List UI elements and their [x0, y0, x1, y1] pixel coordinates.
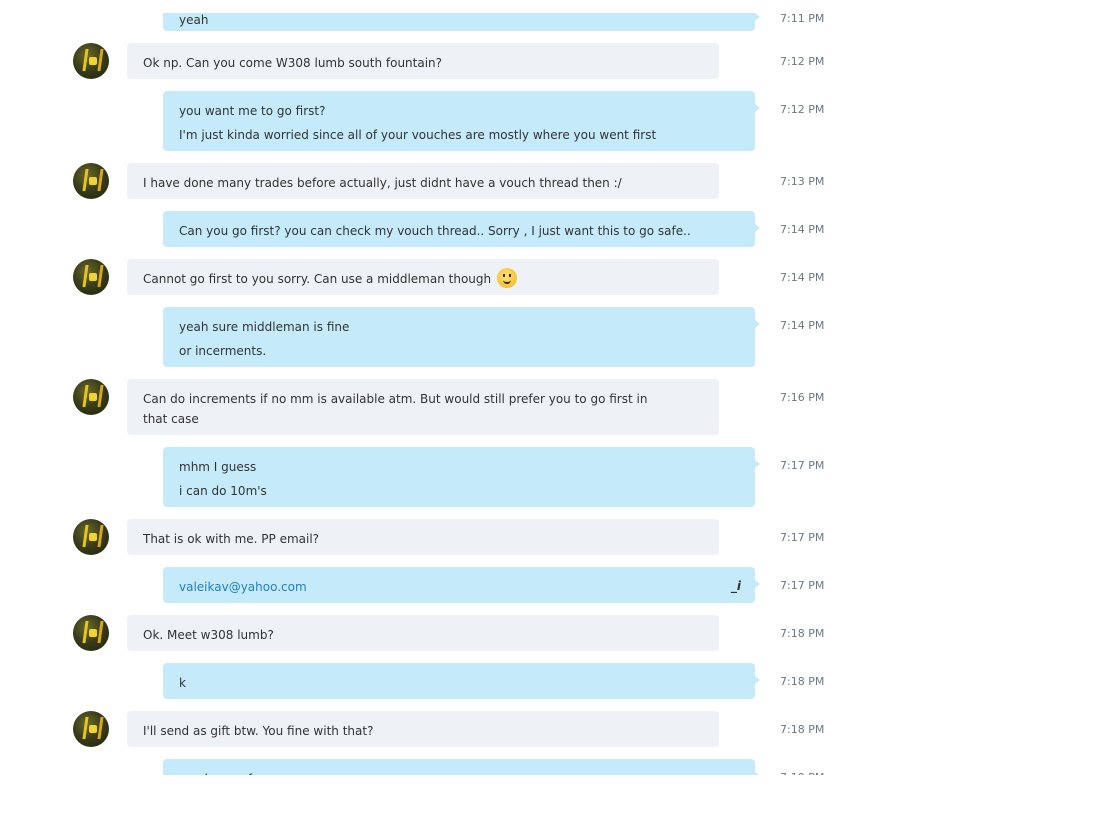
message-text: Can do increments if no mm is available …	[143, 392, 648, 426]
message-bubble[interactable]: mhm I guess i can do 10m's	[163, 447, 760, 507]
message-timestamp: 7:12 PM	[780, 103, 825, 116]
message-bubble[interactable]: That is ok with me. PP email?	[127, 519, 719, 555]
message-text: Ok. Meet w308 lumb?	[143, 628, 274, 642]
message-timestamp: 7:11 PM	[780, 13, 825, 25]
outgoing-message: send as no fee 7:19 PM	[0, 759, 1098, 775]
message-timestamp: 7:16 PM	[780, 391, 825, 404]
message-text: I'll send as gift btw. You fine with tha…	[143, 724, 374, 738]
message-bubble[interactable]: yeah	[163, 13, 760, 31]
contact-avatar[interactable]	[73, 519, 109, 555]
message-timestamp: 7:18 PM	[780, 627, 825, 640]
message-text: I'm just kinda worried since all of your…	[179, 128, 657, 142]
message-text: Ok np. Can you come W308 lumb south foun…	[143, 56, 443, 70]
message-timestamp: 7:14 PM	[780, 319, 825, 332]
message-text: send as no fee	[179, 769, 739, 775]
edited-icon: _i	[730, 579, 741, 593]
message-text: Cannot go first to you sorry. Can use a …	[143, 268, 703, 289]
message-bubble[interactable]: Can do increments if no mm is available …	[127, 379, 719, 435]
message-timestamp: 7:18 PM	[780, 675, 825, 688]
message-text: yeah	[179, 13, 209, 27]
message-timestamp: 7:19 PM	[780, 771, 824, 775]
contact-avatar[interactable]	[73, 163, 109, 199]
incoming-message: Ok np. Can you come W308 lumb south foun…	[0, 43, 1098, 79]
contact-avatar[interactable]	[73, 43, 109, 79]
message-text: Can you go first? you can check my vouch…	[179, 224, 691, 238]
message-bubble[interactable]: Can you go first? you can check my vouch…	[163, 211, 760, 247]
message-text: or incerments.	[179, 344, 267, 358]
message-text: k	[179, 676, 186, 690]
chat-scroll-area[interactable]: yeah 7:11 PM Ok np. Can you come W308 lumb…	[0, 13, 1098, 775]
message-text: yeah sure middleman is fine	[179, 320, 350, 334]
outgoing-message: mhm I guess i can do 10m's 7:17 PM	[0, 447, 1098, 507]
outgoing-message: Can you go first? you can check my vouch…	[0, 211, 1098, 247]
message-text: you want me to go first?	[179, 104, 326, 118]
message-timestamp: 7:14 PM	[780, 271, 825, 284]
incoming-message: Ok. Meet w308 lumb? 7:18 PM	[0, 615, 1098, 651]
message-timestamp: 7:17 PM	[780, 531, 825, 544]
contact-avatar[interactable]	[73, 615, 109, 651]
message-bubble[interactable]: Ok. Meet w308 lumb?	[127, 615, 719, 651]
incoming-message: I have done many trades before actually,…	[0, 163, 1098, 199]
incoming-message: I'll send as gift btw. You fine with tha…	[0, 711, 1098, 747]
message-text: mhm I guess	[179, 460, 257, 474]
message-text: I have done many trades before actually,…	[143, 176, 622, 190]
message-timestamp: 7:13 PM	[780, 175, 825, 188]
outgoing-message: k 7:18 PM	[0, 663, 1098, 699]
message-timestamp: 7:18 PM	[780, 723, 825, 736]
incoming-message: Can do increments if no mm is available …	[0, 379, 1098, 435]
outgoing-message: valeikav@yahoo.com _i 7:17 PM	[0, 567, 1098, 603]
contact-avatar[interactable]	[73, 711, 109, 747]
message-timestamp: 7:17 PM	[780, 579, 825, 592]
message-bubble[interactable]: I'll send as gift btw. You fine with tha…	[127, 711, 719, 747]
outgoing-message: you want me to go first? I'm just kinda w…	[0, 91, 1098, 151]
message-bubble[interactable]: send as no fee	[163, 759, 760, 775]
message-bubble[interactable]: Cannot go first to you sorry. Can use a …	[127, 259, 719, 295]
message-text: That is ok with me. PP email?	[143, 532, 320, 546]
outgoing-message: yeah sure middleman is fine or incerments…	[0, 307, 1098, 367]
message-bubble[interactable]: yeah sure middleman is fine or incerments…	[163, 307, 760, 367]
message-bubble[interactable]: Ok np. Can you come W308 lumb south foun…	[127, 43, 719, 79]
message-bubble[interactable]: you want me to go first? I'm just kinda w…	[163, 91, 760, 151]
message-bubble[interactable]: k	[163, 663, 760, 699]
email-link[interactable]: valeikav@yahoo.com	[179, 577, 739, 597]
smile-emoji-icon	[496, 268, 517, 288]
message-timestamp: 7:14 PM	[780, 223, 825, 236]
contact-avatar[interactable]	[73, 379, 109, 415]
message-timestamp: 7:17 PM	[780, 459, 825, 472]
message-timestamp: 7:12 PM	[780, 55, 825, 68]
incoming-message: That is ok with me. PP email? 7:17 PM	[0, 519, 1098, 555]
message-bubble[interactable]: I have done many trades before actually,…	[127, 163, 719, 199]
incoming-message: Cannot go first to you sorry. Can use a …	[0, 259, 1098, 295]
outgoing-message: yeah 7:11 PM	[0, 13, 1098, 31]
message-text: i can do 10m's	[179, 484, 267, 498]
contact-avatar[interactable]	[73, 259, 109, 295]
message-bubble[interactable]: valeikav@yahoo.com _i	[163, 567, 760, 603]
message-text: Cannot go first to you sorry. Can use a …	[143, 272, 492, 286]
